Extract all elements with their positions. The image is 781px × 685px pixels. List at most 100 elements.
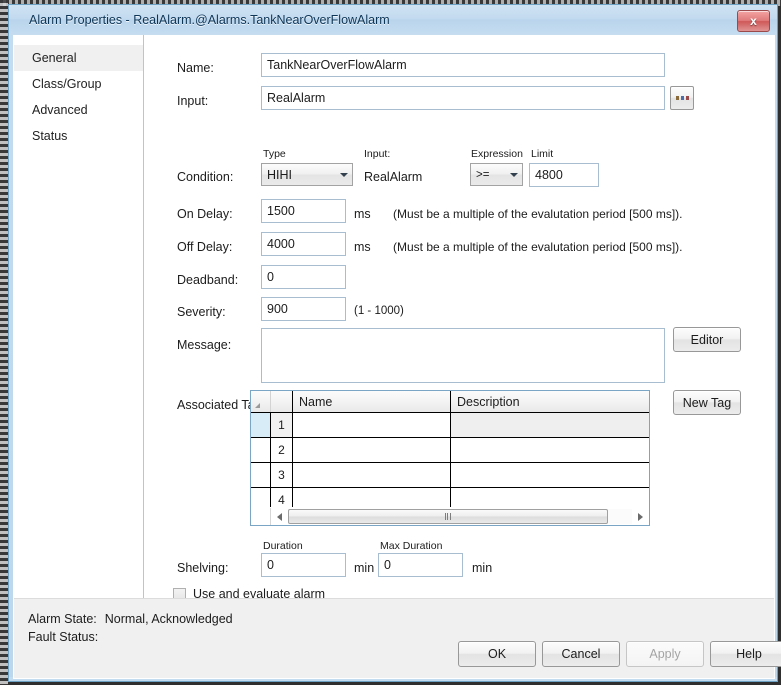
- desktop-backdrop: Alarm Properties - RealAlarm.@Alarms.Tan…: [0, 0, 781, 685]
- category-sidebar: General Class/Group Advanced Status: [14, 35, 144, 599]
- grid-rownum-header: [271, 391, 293, 412]
- scroll-right-arrow-icon[interactable]: [632, 508, 649, 525]
- sidebar-item-advanced[interactable]: Advanced: [14, 97, 143, 123]
- row-description-cell[interactable]: [451, 463, 649, 487]
- row-number: 2: [271, 438, 293, 462]
- table-row[interactable]: 1: [251, 413, 649, 438]
- chevron-down-icon: [505, 172, 522, 177]
- message-label: Message:: [177, 338, 232, 352]
- off-delay-label: Off Delay:: [177, 240, 233, 254]
- row-selector[interactable]: [251, 413, 271, 437]
- condition-input-label: Input:: [364, 148, 391, 160]
- severity-range-hint: (1 - 1000): [354, 305, 404, 317]
- grid-select-all-corner[interactable]: [251, 391, 271, 412]
- on-delay-label: On Delay:: [177, 207, 233, 221]
- row-description-cell[interactable]: [451, 413, 649, 437]
- shelving-duration-label: Duration: [263, 540, 303, 552]
- condition-limit-label: Limit: [531, 148, 554, 160]
- input-browse-button[interactable]: [670, 86, 694, 110]
- shelving-duration-unit: min: [354, 561, 375, 575]
- dialog-button-bar: Alarm State: Normal, Acknowledged Fault S…: [14, 599, 781, 678]
- grip-icon: [444, 513, 451, 520]
- apply-button-label: Apply: [649, 647, 681, 661]
- new-tag-button[interactable]: New Tag: [673, 390, 741, 415]
- dialog-client-area: General Class/Group Advanced Status Name…: [13, 35, 781, 679]
- row-selector[interactable]: [251, 463, 271, 487]
- status-and-button-bar: Alarm State: Normal, Acknowledged Fault S…: [14, 598, 781, 678]
- input-field[interactable]: [261, 86, 665, 110]
- help-button[interactable]: Help: [710, 641, 781, 667]
- chevron-down-icon: [335, 172, 352, 177]
- severity-label: Severity:: [177, 305, 226, 319]
- new-tag-label: New Tag: [682, 395, 732, 410]
- alarm-state-line: Alarm State: Normal, Acknowledged: [28, 612, 233, 626]
- corner-triangle-icon: [255, 403, 260, 408]
- deadband-input[interactable]: [261, 265, 346, 289]
- row-number: 3: [271, 463, 293, 487]
- scrollbar-track[interactable]: [288, 509, 632, 524]
- name-label: Name:: [177, 61, 214, 75]
- close-button[interactable]: x: [737, 10, 770, 32]
- ok-button-label: OK: [487, 647, 507, 661]
- grid-header-row: Name Description: [251, 391, 649, 413]
- sidebar-item-label: General: [32, 51, 77, 65]
- alarm-state-label: Alarm State:: [28, 612, 97, 626]
- row-description-cell[interactable]: [451, 438, 649, 462]
- sidebar-item-label: Status: [32, 129, 68, 143]
- message-editor-button[interactable]: Editor: [673, 327, 741, 352]
- sidebar-item-class-group[interactable]: Class/Group: [14, 71, 143, 97]
- shelving-max-duration-unit: min: [472, 561, 493, 575]
- alarm-state-value: Normal, Acknowledged: [104, 612, 233, 626]
- ellipsis-icon: [675, 96, 689, 100]
- fault-status-line: Fault Status:: [28, 630, 106, 644]
- help-button-label: Help: [736, 647, 762, 661]
- row-number: 1: [271, 413, 293, 437]
- ok-button[interactable]: OK: [458, 641, 536, 667]
- scroll-left-arrow-icon[interactable]: [271, 508, 288, 525]
- condition-type-label: Type: [263, 148, 286, 160]
- condition-limit-input[interactable]: [529, 163, 599, 187]
- backdrop-left-strip: [0, 0, 8, 685]
- associated-tags-grid[interactable]: Name Description 1 2 3 4: [250, 390, 650, 526]
- window-title: Alarm Properties - RealAlarm.@Alarms.Tan…: [29, 13, 390, 27]
- shelving-duration-input[interactable]: [261, 553, 346, 577]
- row-name-cell[interactable]: [293, 438, 451, 462]
- close-icon: x: [750, 14, 757, 28]
- condition-type-select[interactable]: HIHI: [261, 163, 353, 186]
- grid-header-name[interactable]: Name: [293, 391, 451, 412]
- row-selector[interactable]: [251, 438, 271, 462]
- sidebar-item-label: Class/Group: [32, 77, 102, 91]
- message-textarea[interactable]: [261, 328, 665, 383]
- on-delay-input[interactable]: [261, 199, 346, 223]
- scrollbar-corner: [251, 508, 271, 525]
- grid-horizontal-scrollbar[interactable]: [251, 507, 649, 525]
- on-delay-hint: (Must be a multiple of the evalutation p…: [393, 207, 683, 221]
- input-label: Input:: [177, 94, 209, 108]
- row-name-cell[interactable]: [293, 413, 451, 437]
- apply-button: Apply: [626, 641, 704, 667]
- sidebar-item-status[interactable]: Status: [14, 123, 143, 149]
- deadband-label: Deadband:: [177, 273, 239, 287]
- off-delay-unit: ms: [354, 240, 371, 254]
- sidebar-item-general[interactable]: General: [14, 45, 143, 71]
- row-name-cell[interactable]: [293, 463, 451, 487]
- shelving-max-duration-label: Max Duration: [380, 540, 443, 552]
- grid-header-description[interactable]: Description: [451, 391, 649, 412]
- shelving-max-duration-input[interactable]: [378, 553, 463, 577]
- alarm-properties-dialog: Alarm Properties - RealAlarm.@Alarms.Tan…: [8, 4, 781, 682]
- off-delay-input[interactable]: [261, 232, 346, 256]
- general-form-panel: Name: Input: Condition: Type HIHI: [145, 35, 774, 601]
- sidebar-item-label: Advanced: [32, 103, 88, 117]
- condition-expression-select[interactable]: >=: [470, 163, 523, 186]
- table-row[interactable]: 2: [251, 438, 649, 463]
- scrollbar-thumb[interactable]: [288, 509, 608, 524]
- condition-expression-value: >=: [476, 168, 490, 181]
- severity-input[interactable]: [261, 297, 346, 321]
- table-row[interactable]: 3: [251, 463, 649, 488]
- name-input[interactable]: [261, 53, 665, 77]
- condition-type-value: HIHI: [267, 167, 292, 182]
- cancel-button[interactable]: Cancel: [542, 641, 620, 667]
- title-bar: Alarm Properties - RealAlarm.@Alarms.Tan…: [9, 5, 777, 35]
- fault-status-label: Fault Status:: [28, 630, 99, 644]
- on-delay-unit: ms: [354, 207, 371, 221]
